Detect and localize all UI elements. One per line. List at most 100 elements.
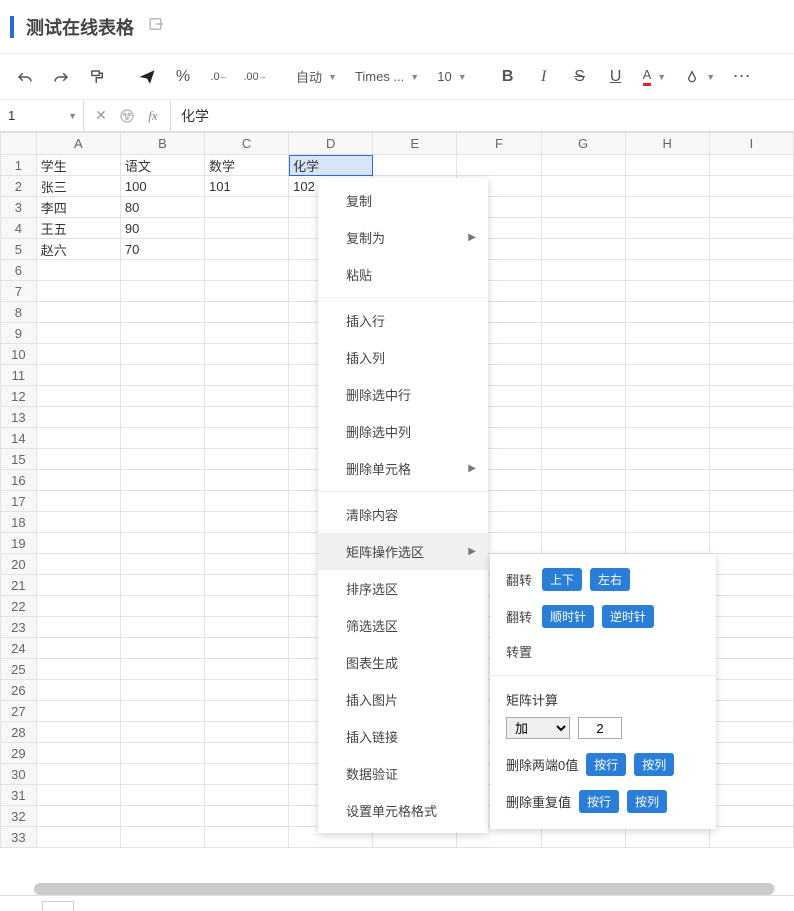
cell[interactable] [541,470,625,491]
row-header[interactable]: 21 [1,575,37,596]
cell[interactable] [120,596,204,617]
row-header[interactable]: 9 [1,323,37,344]
cell[interactable]: 90 [120,218,204,239]
cell[interactable] [205,239,289,260]
row-header[interactable]: 11 [1,365,37,386]
cell[interactable]: 李四 [36,197,120,218]
cell[interactable] [709,680,793,701]
cell[interactable] [120,638,204,659]
cell[interactable] [205,806,289,827]
cell[interactable] [36,470,120,491]
cell[interactable] [205,323,289,344]
more-toolbar-button[interactable]: ⋯ [727,62,757,92]
sheet-tab[interactable] [42,901,74,911]
cell[interactable] [36,281,120,302]
ctx-insert-link[interactable]: 插入链接 [318,718,488,755]
ctx-delete-sel-col[interactable]: 删除选中列 [318,413,488,450]
cell[interactable] [709,386,793,407]
cell[interactable] [541,491,625,512]
cell[interactable] [36,407,120,428]
cell[interactable] [709,176,793,197]
col-header[interactable]: D [289,133,373,155]
cell[interactable] [709,554,793,575]
cell[interactable] [36,533,120,554]
cell[interactable] [541,344,625,365]
cell[interactable] [709,743,793,764]
cell[interactable] [625,449,709,470]
cell[interactable] [205,407,289,428]
ctx-filter-sel[interactable]: 筛选选区 [318,607,488,644]
cell[interactable] [205,722,289,743]
cell[interactable]: 100 [120,176,204,197]
color-wheel-icon[interactable] [116,105,138,127]
row-header[interactable]: 3 [1,197,37,218]
row-header[interactable]: 23 [1,617,37,638]
trim-zero-bycol-button[interactable]: 按列 [634,753,674,776]
cell[interactable] [625,260,709,281]
matrix-op-select[interactable]: 加 [506,717,570,739]
wrap-mode-select[interactable]: 自动 ▼ [290,62,343,92]
cell[interactable] [120,449,204,470]
cell[interactable] [205,785,289,806]
cell[interactable] [625,386,709,407]
cell[interactable] [709,428,793,449]
row-header[interactable]: 13 [1,407,37,428]
row-header[interactable]: 26 [1,680,37,701]
cell[interactable] [205,596,289,617]
row-header[interactable]: 17 [1,491,37,512]
cell[interactable] [625,512,709,533]
ctx-matrix-sel[interactable]: 矩阵操作选区▶ [318,533,488,570]
ctx-data-valid[interactable]: 数据验证 [318,755,488,792]
cell[interactable] [36,764,120,785]
cell[interactable] [36,344,120,365]
cell[interactable] [541,260,625,281]
cell[interactable] [120,491,204,512]
select-all-corner[interactable] [1,133,37,155]
cell[interactable] [709,827,793,848]
cell[interactable] [120,386,204,407]
cell[interactable] [36,638,120,659]
cell[interactable] [709,806,793,827]
cell[interactable] [36,302,120,323]
cell[interactable] [541,827,625,848]
cell[interactable] [205,365,289,386]
row-header[interactable]: 25 [1,659,37,680]
col-header[interactable]: F [457,133,541,155]
cell[interactable] [709,512,793,533]
cell[interactable] [205,617,289,638]
cell[interactable] [36,428,120,449]
cell[interactable] [457,155,541,176]
row-header[interactable]: 29 [1,743,37,764]
cell[interactable] [36,512,120,533]
cell[interactable] [709,407,793,428]
ctx-insert-col[interactable]: 插入列 [318,339,488,376]
cell[interactable] [709,722,793,743]
cell[interactable] [541,239,625,260]
ctx-delete-cell[interactable]: 删除单元格▶ [318,450,488,487]
cell[interactable]: 101 [205,176,289,197]
cell[interactable] [120,365,204,386]
transpose-button[interactable]: 转置 [506,642,534,661]
cell[interactable] [120,407,204,428]
row-header[interactable]: 6 [1,260,37,281]
cell[interactable] [120,554,204,575]
cell[interactable] [709,491,793,512]
cell[interactable]: 赵六 [36,239,120,260]
cell[interactable]: 王五 [36,218,120,239]
cell[interactable] [709,449,793,470]
cell[interactable] [120,701,204,722]
cell[interactable] [205,470,289,491]
cell[interactable] [120,533,204,554]
cell[interactable] [625,533,709,554]
matrix-op-value[interactable] [578,717,622,739]
cell[interactable] [205,260,289,281]
cell[interactable] [709,365,793,386]
horizontal-scrollbar-thumb[interactable] [34,883,774,895]
cell[interactable] [36,365,120,386]
ctx-paste[interactable]: 粘贴 [318,256,488,293]
cell[interactable] [205,575,289,596]
row-header[interactable]: 10 [1,344,37,365]
del-dup-byrow-button[interactable]: 按行 [579,790,619,813]
row-header[interactable]: 8 [1,302,37,323]
cell[interactable] [205,701,289,722]
